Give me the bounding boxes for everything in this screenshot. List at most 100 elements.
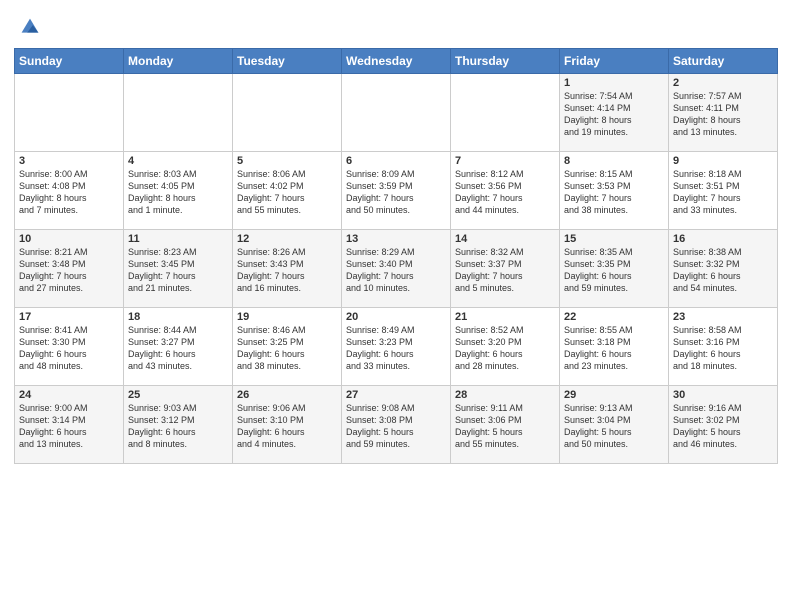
calendar-cell: 3Sunrise: 8:00 AM Sunset: 4:08 PM Daylig… — [15, 152, 124, 230]
day-number: 26 — [237, 389, 337, 401]
calendar-cell — [124, 74, 233, 152]
day-info: Sunrise: 8:03 AM Sunset: 4:05 PM Dayligh… — [128, 168, 228, 217]
week-row-2: 10Sunrise: 8:21 AM Sunset: 3:48 PM Dayli… — [15, 230, 778, 308]
week-row-1: 3Sunrise: 8:00 AM Sunset: 4:08 PM Daylig… — [15, 152, 778, 230]
calendar-cell: 20Sunrise: 8:49 AM Sunset: 3:23 PM Dayli… — [342, 308, 451, 386]
calendar-cell: 2Sunrise: 7:57 AM Sunset: 4:11 PM Daylig… — [669, 74, 778, 152]
day-info: Sunrise: 9:11 AM Sunset: 3:06 PM Dayligh… — [455, 402, 555, 451]
day-number: 21 — [455, 311, 555, 323]
day-info: Sunrise: 8:55 AM Sunset: 3:18 PM Dayligh… — [564, 324, 664, 373]
day-number: 19 — [237, 311, 337, 323]
day-number: 29 — [564, 389, 664, 401]
day-number: 3 — [19, 155, 119, 167]
day-info: Sunrise: 8:49 AM Sunset: 3:23 PM Dayligh… — [346, 324, 446, 373]
calendar-cell — [233, 74, 342, 152]
calendar-cell: 17Sunrise: 8:41 AM Sunset: 3:30 PM Dayli… — [15, 308, 124, 386]
main-container: SundayMondayTuesdayWednesdayThursdayFrid… — [0, 0, 792, 472]
header-cell-thursday: Thursday — [451, 49, 560, 74]
calendar-cell: 30Sunrise: 9:16 AM Sunset: 3:02 PM Dayli… — [669, 386, 778, 464]
day-number: 7 — [455, 155, 555, 167]
calendar-cell: 14Sunrise: 8:32 AM Sunset: 3:37 PM Dayli… — [451, 230, 560, 308]
day-info: Sunrise: 8:18 AM Sunset: 3:51 PM Dayligh… — [673, 168, 773, 217]
day-number: 11 — [128, 233, 228, 245]
calendar-cell: 25Sunrise: 9:03 AM Sunset: 3:12 PM Dayli… — [124, 386, 233, 464]
calendar-cell: 13Sunrise: 8:29 AM Sunset: 3:40 PM Dayli… — [342, 230, 451, 308]
day-number: 24 — [19, 389, 119, 401]
day-info: Sunrise: 7:54 AM Sunset: 4:14 PM Dayligh… — [564, 90, 664, 139]
day-info: Sunrise: 8:46 AM Sunset: 3:25 PM Dayligh… — [237, 324, 337, 373]
day-info: Sunrise: 8:58 AM Sunset: 3:16 PM Dayligh… — [673, 324, 773, 373]
calendar-cell — [451, 74, 560, 152]
calendar-cell: 12Sunrise: 8:26 AM Sunset: 3:43 PM Dayli… — [233, 230, 342, 308]
calendar-cell: 1Sunrise: 7:54 AM Sunset: 4:14 PM Daylig… — [560, 74, 669, 152]
day-info: Sunrise: 8:21 AM Sunset: 3:48 PM Dayligh… — [19, 246, 119, 295]
day-info: Sunrise: 9:00 AM Sunset: 3:14 PM Dayligh… — [19, 402, 119, 451]
calendar-cell: 29Sunrise: 9:13 AM Sunset: 3:04 PM Dayli… — [560, 386, 669, 464]
day-info: Sunrise: 8:35 AM Sunset: 3:35 PM Dayligh… — [564, 246, 664, 295]
day-info: Sunrise: 8:09 AM Sunset: 3:59 PM Dayligh… — [346, 168, 446, 217]
calendar-cell: 28Sunrise: 9:11 AM Sunset: 3:06 PM Dayli… — [451, 386, 560, 464]
day-info: Sunrise: 8:52 AM Sunset: 3:20 PM Dayligh… — [455, 324, 555, 373]
day-info: Sunrise: 8:38 AM Sunset: 3:32 PM Dayligh… — [673, 246, 773, 295]
day-info: Sunrise: 8:29 AM Sunset: 3:40 PM Dayligh… — [346, 246, 446, 295]
day-info: Sunrise: 9:06 AM Sunset: 3:10 PM Dayligh… — [237, 402, 337, 451]
logo-icon — [16, 14, 44, 42]
calendar-cell: 8Sunrise: 8:15 AM Sunset: 3:53 PM Daylig… — [560, 152, 669, 230]
day-info: Sunrise: 8:44 AM Sunset: 3:27 PM Dayligh… — [128, 324, 228, 373]
day-info: Sunrise: 9:08 AM Sunset: 3:08 PM Dayligh… — [346, 402, 446, 451]
calendar-cell — [15, 74, 124, 152]
day-number: 23 — [673, 311, 773, 323]
day-info: Sunrise: 8:15 AM Sunset: 3:53 PM Dayligh… — [564, 168, 664, 217]
day-number: 9 — [673, 155, 773, 167]
day-number: 27 — [346, 389, 446, 401]
calendar-cell: 10Sunrise: 8:21 AM Sunset: 3:48 PM Dayli… — [15, 230, 124, 308]
calendar-header: SundayMondayTuesdayWednesdayThursdayFrid… — [15, 49, 778, 74]
day-info: Sunrise: 7:57 AM Sunset: 4:11 PM Dayligh… — [673, 90, 773, 139]
calendar-cell: 9Sunrise: 8:18 AM Sunset: 3:51 PM Daylig… — [669, 152, 778, 230]
header-cell-sunday: Sunday — [15, 49, 124, 74]
calendar-cell: 6Sunrise: 8:09 AM Sunset: 3:59 PM Daylig… — [342, 152, 451, 230]
header-cell-tuesday: Tuesday — [233, 49, 342, 74]
day-number: 13 — [346, 233, 446, 245]
day-number: 14 — [455, 233, 555, 245]
logo — [14, 14, 44, 42]
day-number: 20 — [346, 311, 446, 323]
week-row-0: 1Sunrise: 7:54 AM Sunset: 4:14 PM Daylig… — [15, 74, 778, 152]
calendar-cell: 7Sunrise: 8:12 AM Sunset: 3:56 PM Daylig… — [451, 152, 560, 230]
day-number: 30 — [673, 389, 773, 401]
day-info: Sunrise: 8:23 AM Sunset: 3:45 PM Dayligh… — [128, 246, 228, 295]
header-row: SundayMondayTuesdayWednesdayThursdayFrid… — [15, 49, 778, 74]
calendar-cell: 5Sunrise: 8:06 AM Sunset: 4:02 PM Daylig… — [233, 152, 342, 230]
calendar-body: 1Sunrise: 7:54 AM Sunset: 4:14 PM Daylig… — [15, 74, 778, 464]
day-number: 8 — [564, 155, 664, 167]
day-number: 5 — [237, 155, 337, 167]
day-info: Sunrise: 8:12 AM Sunset: 3:56 PM Dayligh… — [455, 168, 555, 217]
calendar-cell: 18Sunrise: 8:44 AM Sunset: 3:27 PM Dayli… — [124, 308, 233, 386]
week-row-3: 17Sunrise: 8:41 AM Sunset: 3:30 PM Dayli… — [15, 308, 778, 386]
week-row-4: 24Sunrise: 9:00 AM Sunset: 3:14 PM Dayli… — [15, 386, 778, 464]
day-number: 12 — [237, 233, 337, 245]
calendar-cell: 19Sunrise: 8:46 AM Sunset: 3:25 PM Dayli… — [233, 308, 342, 386]
day-number: 16 — [673, 233, 773, 245]
calendar-cell: 11Sunrise: 8:23 AM Sunset: 3:45 PM Dayli… — [124, 230, 233, 308]
day-number: 28 — [455, 389, 555, 401]
day-number: 18 — [128, 311, 228, 323]
calendar-cell: 26Sunrise: 9:06 AM Sunset: 3:10 PM Dayli… — [233, 386, 342, 464]
day-info: Sunrise: 8:41 AM Sunset: 3:30 PM Dayligh… — [19, 324, 119, 373]
day-info: Sunrise: 8:32 AM Sunset: 3:37 PM Dayligh… — [455, 246, 555, 295]
day-number: 4 — [128, 155, 228, 167]
calendar-cell — [342, 74, 451, 152]
day-number: 6 — [346, 155, 446, 167]
day-number: 1 — [564, 77, 664, 89]
calendar-cell: 15Sunrise: 8:35 AM Sunset: 3:35 PM Dayli… — [560, 230, 669, 308]
day-info: Sunrise: 8:00 AM Sunset: 4:08 PM Dayligh… — [19, 168, 119, 217]
day-number: 22 — [564, 311, 664, 323]
header-cell-wednesday: Wednesday — [342, 49, 451, 74]
calendar-cell: 22Sunrise: 8:55 AM Sunset: 3:18 PM Dayli… — [560, 308, 669, 386]
day-info: Sunrise: 9:03 AM Sunset: 3:12 PM Dayligh… — [128, 402, 228, 451]
header-cell-friday: Friday — [560, 49, 669, 74]
header-cell-saturday: Saturday — [669, 49, 778, 74]
day-info: Sunrise: 8:06 AM Sunset: 4:02 PM Dayligh… — [237, 168, 337, 217]
calendar-cell: 21Sunrise: 8:52 AM Sunset: 3:20 PM Dayli… — [451, 308, 560, 386]
day-number: 10 — [19, 233, 119, 245]
